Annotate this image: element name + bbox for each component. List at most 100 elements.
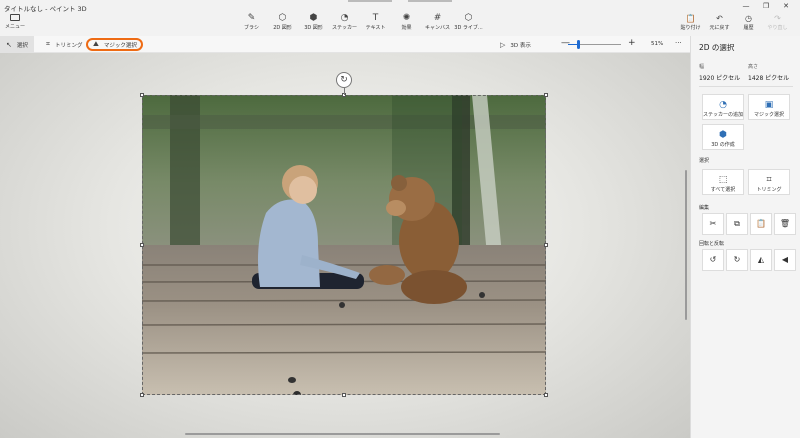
zoom-out-button[interactable]: —	[561, 38, 570, 48]
action-label: 貼り付け	[680, 25, 701, 31]
select-all-label: すべて選択	[710, 187, 736, 193]
brush-icon: ✎	[247, 13, 256, 23]
menu-button[interactable]: メニュー	[4, 13, 26, 33]
text-icon: T	[372, 13, 379, 23]
resize-handle[interactable]	[140, 243, 144, 247]
undo-icon: ↶	[716, 14, 723, 23]
selection-panel: 2D の選択 幅 1920 ピクセル 高さ 1428 ピクセル ◔ ステッカーの…	[690, 36, 800, 438]
tool-button[interactable]: ◔ ステッカー	[329, 13, 360, 31]
view-3d-icon: ▷	[500, 40, 506, 49]
tool-button[interactable]: ✺ 効果	[391, 13, 422, 31]
rotate-section-label: 回転と反転	[699, 241, 725, 247]
effects-icon: ✺	[402, 13, 411, 23]
view-3d-button[interactable]: ▷ 3D 表示	[500, 36, 531, 53]
trim-tool-label: トリミング	[54, 42, 83, 49]
divider	[699, 86, 793, 87]
resize-handle[interactable]	[140, 93, 144, 97]
panel-magic-select-button[interactable]: ▣ マジック選択	[748, 94, 790, 120]
resize-handle[interactable]	[140, 393, 144, 397]
flip-vertical-button[interactable]: ◭	[750, 249, 772, 271]
tool-button[interactable]: T テキスト	[360, 13, 391, 31]
window-controls: — ❐ ✕	[736, 2, 796, 10]
select-all-button[interactable]: ⬚ すべて選択	[702, 169, 744, 195]
tool-label: 3D 図形	[304, 25, 323, 31]
delete-button[interactable]: 🗑	[774, 213, 796, 235]
edit-section-label: 編集	[699, 205, 710, 211]
history-icon: ◷	[745, 14, 752, 23]
tab-indicator	[408, 0, 452, 2]
undo-button[interactable]: ↶ 元に戻す	[705, 13, 734, 31]
panel-magic-select-label: マジック選択	[753, 112, 784, 118]
select-section-label: 選択	[699, 158, 710, 164]
width-value: 1920 ピクセル	[699, 75, 741, 82]
rotate-right-icon: ↻	[733, 255, 741, 264]
horizontal-scrollbar[interactable]	[185, 433, 500, 435]
make-3d-label: 3D の作成	[711, 142, 735, 148]
copy-icon: ⧉	[734, 219, 740, 228]
panel-trim-label: トリミング	[756, 187, 782, 193]
tool-label: 2D 図形	[273, 25, 292, 31]
paste-button[interactable]: 📋	[750, 213, 772, 235]
tool-button[interactable]: # キャンバス	[422, 13, 453, 31]
rotate-icon: ↻	[340, 75, 348, 85]
shapes-2d-icon: ⬡	[278, 13, 287, 23]
redo-button: ↷ やり直し	[763, 13, 792, 31]
copy-button[interactable]: ⧉	[726, 213, 748, 235]
panel-trim-button[interactable]: ⌗ トリミング	[748, 169, 790, 195]
close-button[interactable]: ✕	[776, 2, 796, 10]
crop-icon: ⌗	[766, 175, 772, 185]
flip-vertical-icon: ◭	[757, 255, 765, 264]
redo-icon: ↷	[774, 14, 781, 23]
rotate-right-button[interactable]: ↻	[726, 249, 748, 271]
tool-button[interactable]: ⬢ 3D 図形	[298, 13, 329, 31]
flip-horizontal-button[interactable]: ◀	[774, 249, 796, 271]
height-value: 1428 ピクセル	[748, 75, 790, 82]
resize-handle[interactable]	[342, 393, 346, 397]
magic-select-highlight	[86, 38, 143, 51]
vertical-scrollbar[interactable]	[685, 170, 687, 320]
rotate-left-button[interactable]: ↺	[702, 249, 724, 271]
history-button[interactable]: ◷ 履歴	[734, 13, 763, 31]
select-tool-label: 選択	[16, 42, 28, 49]
zoom-in-button[interactable]: +	[628, 38, 636, 48]
width-label: 幅	[699, 64, 705, 70]
tool-label: 3D ライブ...	[454, 25, 483, 31]
cube-icon: ⬢	[719, 130, 727, 140]
cursor-icon: ↖	[6, 40, 12, 49]
magic-select-icon: ▣	[764, 100, 774, 110]
tool-button[interactable]: ⬡ 3D ライブ...	[453, 13, 484, 31]
maximize-button[interactable]: ❐	[756, 2, 776, 10]
panel-title: 2D の選択	[699, 43, 735, 52]
trim-tool-button[interactable]: ⌗ トリミング	[46, 36, 82, 53]
resize-handle[interactable]	[544, 93, 548, 97]
rotate-left-icon: ↺	[709, 255, 717, 264]
tool-label: ブラシ	[244, 25, 259, 31]
paste-button[interactable]: 📋 貼り付け	[676, 13, 705, 31]
more-options-button[interactable]: ···	[675, 39, 682, 47]
folder-icon	[10, 14, 20, 21]
tool-label: ステッカー	[331, 25, 357, 31]
sticker-icon: ◔	[340, 13, 349, 23]
add-sticker-label: ステッカーの追加	[703, 112, 744, 118]
height-label: 高さ	[748, 64, 759, 70]
tool-button[interactable]: ⬡ 2D 図形	[267, 13, 298, 31]
flip-horizontal-icon: ◀	[781, 255, 789, 264]
minimize-button[interactable]: —	[736, 2, 756, 10]
resize-handle[interactable]	[544, 243, 548, 247]
tab-indicator	[348, 0, 392, 2]
action-toolbar: 📋 貼り付け ↶ 元に戻す ◷ 履歴 ↷ やり直し	[676, 13, 792, 31]
cut-button[interactable]: ✂	[702, 213, 724, 235]
main-toolbar: ✎ ブラシ ⬡ 2D 図形 ⬢ 3D 図形 ◔ ステッカー T テキスト ✺ 効果 # キャンバス ⬡ 3D …	[236, 13, 484, 31]
action-label: やり直し	[767, 25, 788, 31]
make-3d-button[interactable]: ⬢ 3D の作成	[702, 124, 744, 150]
paste-icon: 📋	[756, 219, 766, 228]
add-sticker-button[interactable]: ◔ ステッカーの追加	[702, 94, 744, 120]
resize-handle[interactable]	[544, 393, 548, 397]
rotate-handle[interactable]: ↻	[336, 72, 352, 88]
delete-icon: 🗑	[779, 219, 791, 228]
select-tool-button[interactable]: ↖ 選択	[0, 36, 34, 53]
zoom-slider-thumb[interactable]	[577, 40, 580, 49]
tool-button[interactable]: ✎ ブラシ	[236, 13, 267, 31]
library-3d-icon: ⬡	[464, 13, 473, 23]
selection-frame[interactable]	[142, 95, 546, 395]
